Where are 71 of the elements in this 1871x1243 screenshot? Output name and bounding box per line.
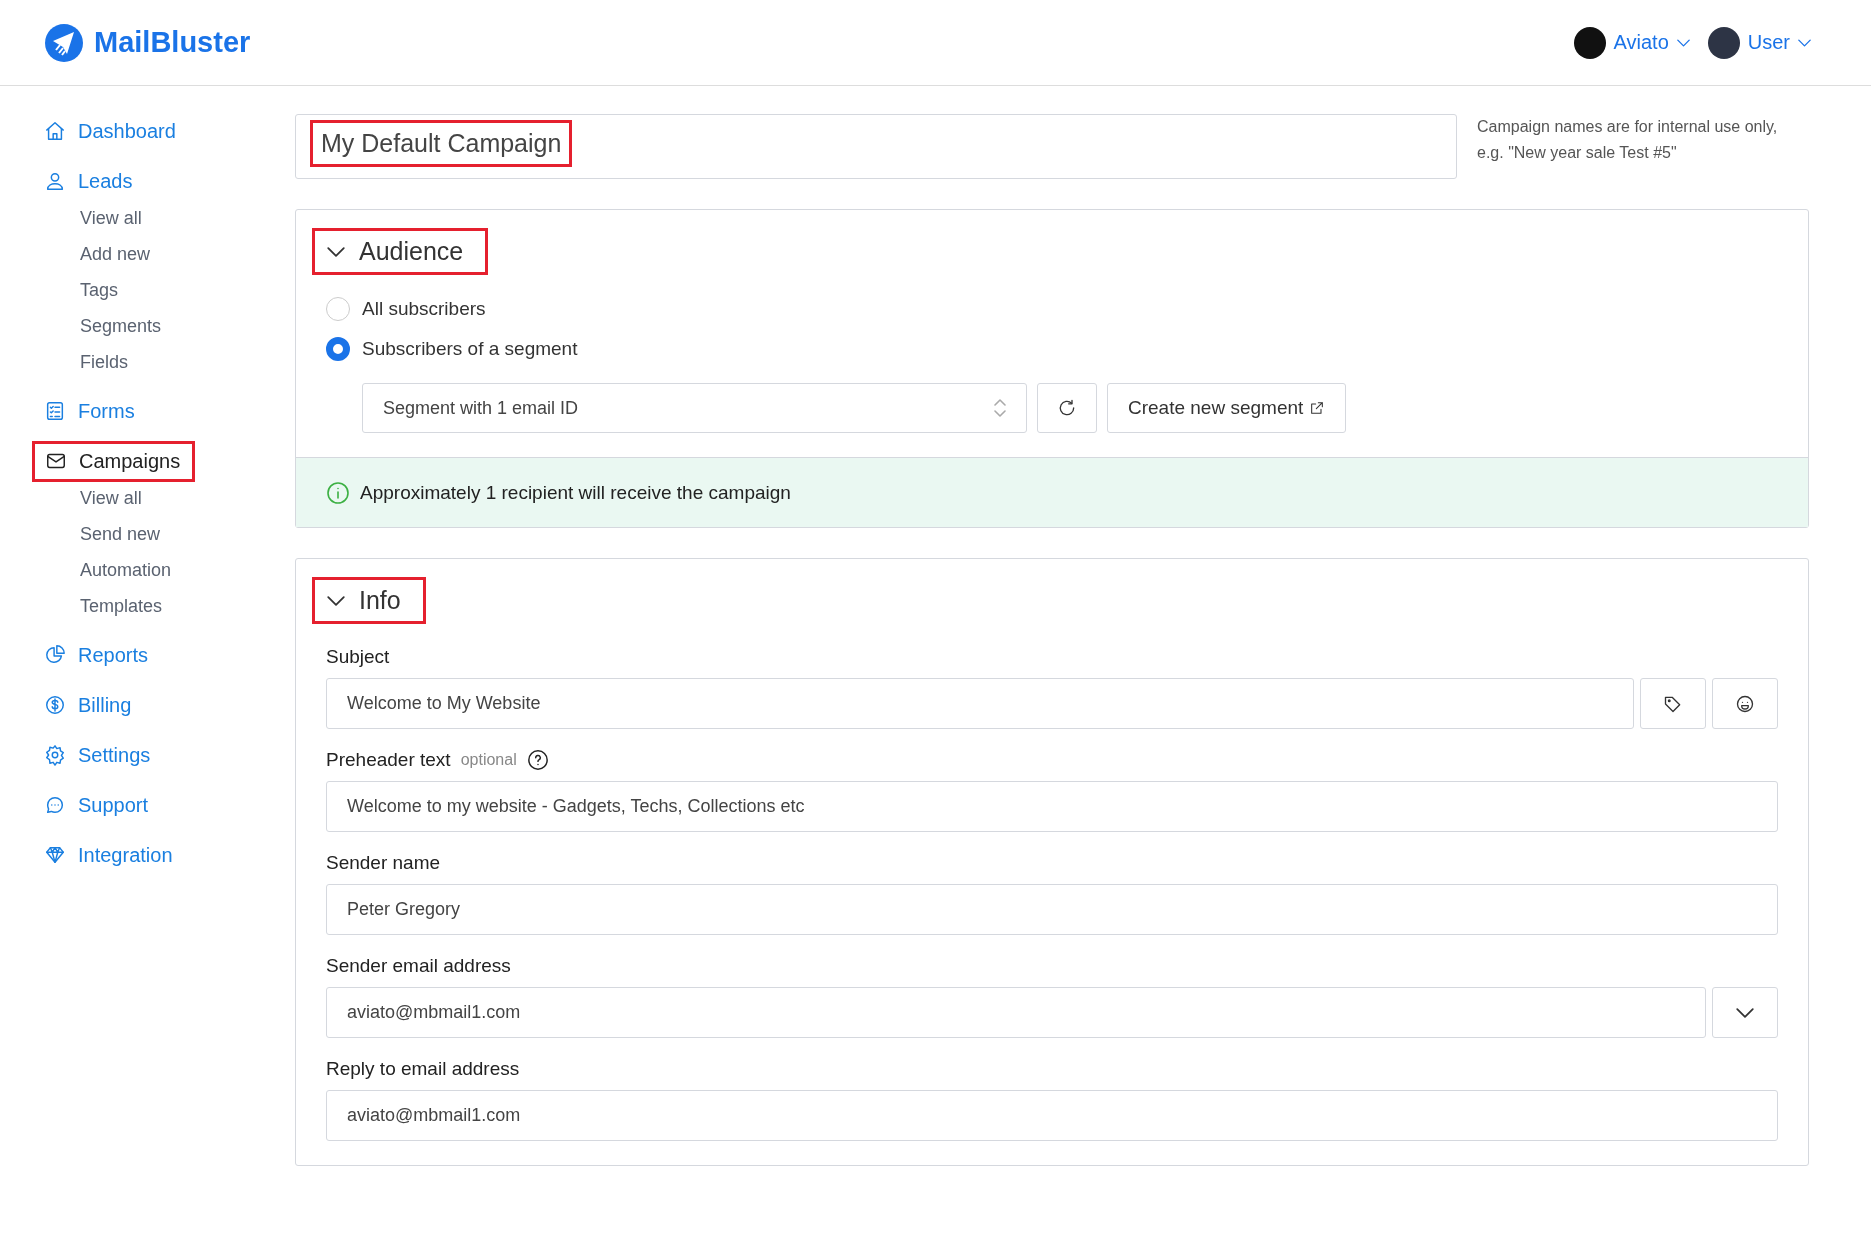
text-field[interactable]: aviato@mbmail1.com bbox=[326, 987, 1706, 1038]
account-avatar bbox=[1573, 26, 1606, 59]
radio-label: All subscribers bbox=[362, 298, 486, 320]
dollar-icon bbox=[44, 694, 66, 716]
select-value: Segment with 1 email ID bbox=[383, 397, 579, 419]
caret-icon bbox=[1736, 1007, 1754, 1018]
diamond-icon bbox=[44, 844, 66, 866]
radio-label: Subscribers of a segment bbox=[362, 338, 578, 360]
refresh-icon bbox=[1057, 398, 1077, 418]
field-label: Reply to email address bbox=[326, 1058, 520, 1080]
pie-chart-icon bbox=[44, 644, 66, 666]
chevron-icon bbox=[327, 595, 345, 606]
sidebar-item[interactable]: Leads bbox=[32, 161, 147, 201]
avatar bbox=[1707, 26, 1740, 59]
logo-icon bbox=[44, 22, 84, 63]
notice-text: Approximately 1 recipient will receive the campaign bbox=[360, 481, 791, 504]
info-icon bbox=[326, 480, 350, 505]
user-menu[interactable]: User bbox=[1707, 26, 1811, 59]
campaign-name: My Default Campaign bbox=[310, 120, 573, 167]
field-label: Subject bbox=[326, 646, 390, 668]
segment-select[interactable]: Segment with 1 email ID bbox=[362, 383, 1027, 433]
radio-button[interactable] bbox=[326, 297, 350, 321]
field-label: Sender email address bbox=[326, 955, 511, 977]
section-header[interactable]: Info bbox=[312, 577, 426, 624]
sidebar-item[interactable]: Forms bbox=[32, 391, 149, 431]
field-hint: Campaign names are for internal use only, e.g. "New year sale Test #5" bbox=[1477, 117, 1779, 163]
chat-bubble-icon bbox=[44, 794, 66, 816]
tag-button[interactable] bbox=[1640, 678, 1706, 729]
sidebar-item[interactable]: Dashboard bbox=[32, 111, 190, 151]
create-segment-button[interactable]: Create new segment bbox=[1107, 383, 1347, 433]
optional-note: optional bbox=[460, 751, 517, 769]
text-field[interactable]: Welcome to my website - Gadgets, Techs, Collections etc bbox=[326, 781, 1778, 832]
text-field[interactable]: Peter Gregory bbox=[326, 884, 1778, 935]
sidebar-subitem[interactable]: Tags bbox=[44, 272, 295, 308]
sidebar-subitem[interactable]: Fields bbox=[44, 344, 295, 380]
sidebar-subitem[interactable]: Send new bbox=[44, 516, 295, 552]
settings-icon bbox=[44, 744, 66, 766]
external-link-icon bbox=[1309, 400, 1326, 416]
sidebar-subitem[interactable]: Automation bbox=[44, 552, 295, 588]
sidebar-item[interactable]: Campaigns bbox=[32, 440, 196, 482]
sidebar-item[interactable]: Integration bbox=[32, 835, 187, 875]
refresh-button[interactable] bbox=[1037, 383, 1097, 433]
text-field[interactable]: aviato@mbmail1.com bbox=[326, 1090, 1778, 1141]
sort-arrows-icon bbox=[994, 398, 1006, 418]
sidebar-item[interactable]: Reports bbox=[32, 635, 163, 675]
dropdown-button[interactable] bbox=[1712, 987, 1778, 1038]
emoji-button[interactable] bbox=[1712, 678, 1778, 729]
checklist-icon bbox=[44, 400, 66, 422]
section-header[interactable]: Audience bbox=[312, 228, 489, 275]
sidebar-subitem[interactable]: Add new bbox=[44, 236, 295, 272]
account-menu[interactable]: Aviato bbox=[1573, 26, 1690, 59]
text-field[interactable]: Welcome to My Website bbox=[326, 678, 1634, 729]
sidebar-item[interactable]: Settings bbox=[32, 735, 165, 775]
campaign-name-field[interactable]: My Default Campaign bbox=[295, 114, 1457, 179]
sidebar-subitem[interactable]: Templates bbox=[44, 588, 295, 624]
user-icon bbox=[44, 170, 66, 192]
chevron-icon bbox=[327, 246, 345, 257]
sidebar-subitem[interactable]: View all bbox=[44, 200, 295, 236]
sidebar-item[interactable]: Billing bbox=[32, 685, 146, 725]
field-label: Sender name bbox=[326, 852, 441, 874]
brand-name: MailBluster bbox=[94, 26, 251, 59]
help-icon bbox=[526, 749, 549, 771]
field-label: Preheader text bbox=[326, 749, 451, 771]
sidebar-item[interactable]: Support bbox=[32, 785, 163, 825]
caret-icon bbox=[1798, 38, 1811, 47]
smiley-icon bbox=[1735, 693, 1755, 714]
sidebar-subitem[interactable]: View all bbox=[44, 480, 295, 516]
home-icon bbox=[44, 120, 66, 142]
sidebar-subitem[interactable]: Segments bbox=[44, 308, 295, 344]
radio-button[interactable] bbox=[326, 337, 350, 361]
caret-icon bbox=[1676, 38, 1690, 47]
